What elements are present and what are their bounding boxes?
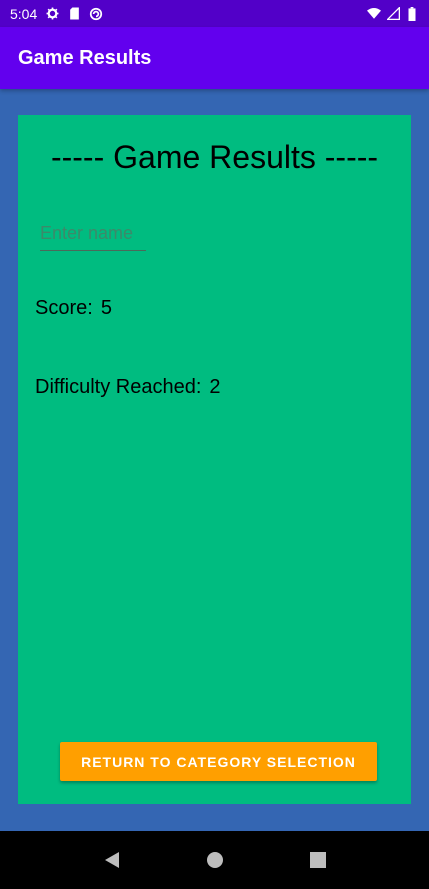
results-card: ----- Game Results ----- Score: 5 Diffic… [18, 115, 411, 804]
home-icon[interactable] [200, 845, 230, 875]
score-value: 5 [100, 297, 112, 319]
return-to-category-button[interactable]: RETURN TO CATEGORY SELECTION [60, 742, 377, 781]
sd-card-icon [67, 7, 81, 21]
recents-icon[interactable] [303, 845, 333, 875]
score-row: Score: 5 [35, 297, 112, 320]
navigation-bar [0, 831, 429, 889]
wifi-icon [367, 7, 381, 21]
app-bar: Game Results [0, 27, 429, 89]
name-input[interactable] [40, 221, 146, 251]
sync-icon [89, 7, 103, 21]
battery-icon [405, 6, 419, 21]
back-icon[interactable] [97, 845, 127, 875]
score-label: Score: [35, 297, 93, 319]
difficulty-value: 2 [209, 376, 221, 398]
app-bar-title: Game Results [18, 46, 152, 69]
results-heading: ----- Game Results ----- [50, 139, 379, 175]
difficulty-row: Difficulty Reached: 2 [35, 376, 221, 399]
difficulty-label: Difficulty Reached: [35, 376, 202, 398]
gear-icon [45, 7, 59, 21]
status-time: 5:04 [10, 5, 38, 22]
status-bar: 5:04 [0, 0, 429, 27]
signal-icon [386, 7, 400, 21]
